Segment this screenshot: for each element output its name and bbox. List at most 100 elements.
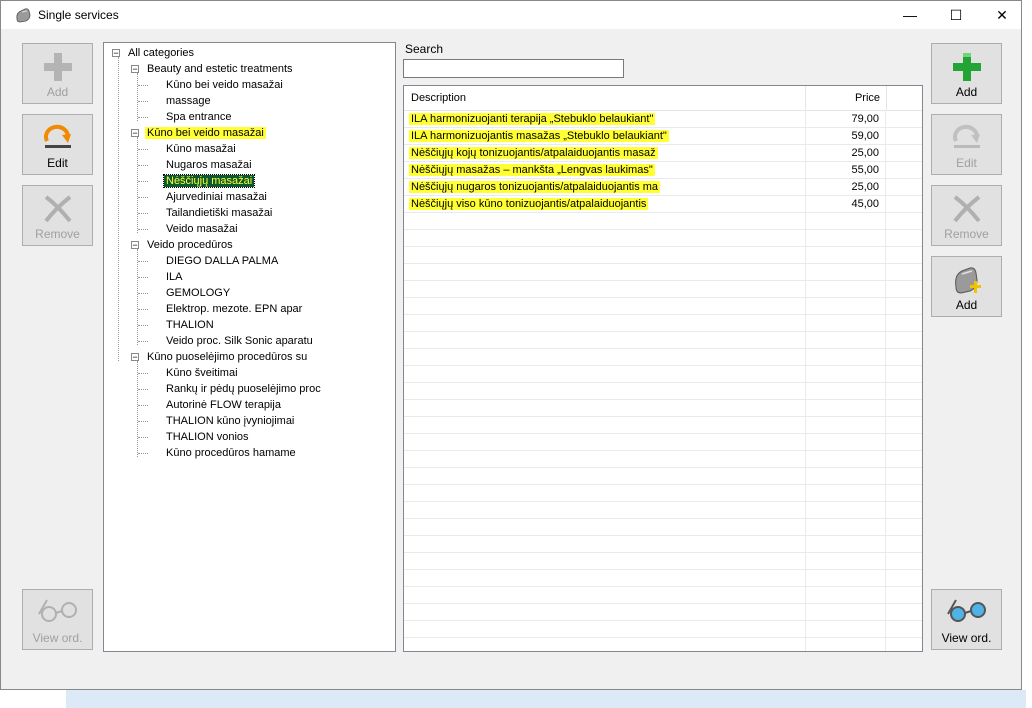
right-add-item-button[interactable]: Add (931, 256, 1002, 317)
empty-row[interactable] (404, 281, 922, 298)
left-remove-button[interactable]: Remove (22, 185, 93, 246)
table-row[interactable]: Nėščiųjų masažas – mankšta „Lengvas lauk… (404, 162, 922, 179)
tree-node-child[interactable]: Kūno bei veido masažai (138, 77, 285, 93)
empty-row[interactable] (404, 400, 922, 417)
empty-row[interactable] (404, 213, 922, 230)
tree-node-group[interactable]: − Veido procedūros (131, 237, 235, 253)
row-description: Nėščiųjų nugaros tonizuojantis/atpalaidu… (409, 181, 661, 193)
collapse-toggle[interactable]: − (112, 49, 120, 58)
tree-node-label: THALION kūno įvyniojimai (166, 415, 295, 427)
empty-row[interactable] (404, 230, 922, 247)
empty-row[interactable] (404, 264, 922, 281)
tree-node-child[interactable]: ILA (138, 269, 185, 285)
empty-row[interactable] (404, 604, 922, 621)
row-description-text: ILA harmonizuojanti terapija „Stebuklo b… (409, 113, 656, 125)
table-row[interactable]: ILA harmonizuojanti terapija „Stebuklo b… (404, 111, 922, 128)
empty-row[interactable] (404, 468, 922, 485)
search-input[interactable] (403, 59, 624, 78)
search-label: Search (405, 42, 444, 56)
close-button[interactable]: ✕ (979, 1, 1025, 29)
minimize-button[interactable]: — (887, 1, 933, 29)
table-row[interactable]: Nėščiųjų kojų tonizuojantis/atpalaiduoja… (404, 145, 922, 162)
empty-row[interactable] (404, 519, 922, 536)
empty-row[interactable] (404, 553, 922, 570)
tree-node-child[interactable]: DIEGO DALLA PALMA (138, 253, 280, 269)
tree-node-child[interactable]: THALION kūno įvyniojimai (138, 413, 296, 429)
tree-node-selected[interactable]: Nėščiųjų masažai (138, 173, 256, 189)
tree-node-child[interactable]: Ajurvediniai masažai (138, 189, 269, 205)
refresh-arrow-icon (43, 124, 71, 148)
title-bar[interactable]: Single services — ☐ ✕ (1, 1, 1021, 29)
tree-node-label: Kūno bei veido masažai (166, 79, 283, 91)
empty-row[interactable] (404, 247, 922, 264)
collapse-toggle[interactable]: − (131, 241, 139, 250)
empty-row[interactable] (404, 315, 922, 332)
tree-node-child[interactable]: THALION vonios (138, 429, 251, 445)
tree-node-child[interactable]: Elektrop. mezote. EPN apar (138, 301, 304, 317)
tree-node-child[interactable]: Nugaros masažai (138, 157, 254, 173)
empty-row[interactable] (404, 366, 922, 383)
empty-row[interactable] (404, 417, 922, 434)
empty-row[interactable] (404, 485, 922, 502)
tree-node-child[interactable]: Kūno masažai (138, 141, 238, 157)
empty-row[interactable] (404, 587, 922, 604)
tree-node-child[interactable]: Veido masažai (138, 221, 240, 237)
empty-row[interactable] (404, 451, 922, 468)
row-description-text: Nėščiųjų masažas – mankšta „Lengvas lauk… (409, 164, 655, 176)
tree-node-child[interactable]: Kūno procedūros hamame (138, 445, 298, 461)
tree-node-child[interactable]: massage (138, 93, 213, 109)
left-view-ord-button[interactable]: View ord. (22, 589, 93, 650)
desktop-background-strip (66, 690, 1026, 708)
right-edit-button[interactable]: Edit (931, 114, 1002, 175)
column-header-price-label: Price (854, 92, 880, 104)
tree-node-label: Spa entrance (166, 111, 232, 123)
glasses-icon (946, 599, 986, 622)
left-add-label: Add (46, 85, 69, 99)
tree-node-child[interactable]: Kūno šveitimai (138, 365, 240, 381)
tree-node-child[interactable]: Spa entrance (138, 109, 233, 125)
category-tree[interactable]: − All categories − Beauty and estetic tr… (103, 42, 396, 652)
right-remove-button[interactable]: Remove (931, 185, 1002, 246)
empty-row[interactable] (404, 621, 922, 638)
right-view-ord-button[interactable]: View ord. (931, 589, 1002, 650)
row-description-text: Nėščiųjų viso kūno tonizuojantis/atpalai… (409, 198, 649, 210)
tree-node-group[interactable]: − Kūno bei veido masažai (131, 125, 266, 141)
services-grid[interactable]: Description Price ILA harmonizuojanti te… (403, 85, 923, 652)
tree-node-root[interactable]: − All categories (112, 45, 196, 61)
collapse-toggle[interactable]: − (131, 129, 139, 138)
right-edit-label: Edit (956, 156, 977, 170)
tree-node-label: ILA (166, 271, 183, 283)
left-add-button[interactable]: Add (22, 43, 93, 104)
tree-node-label: Veido masažai (166, 223, 238, 235)
empty-row[interactable] (404, 332, 922, 349)
empty-row[interactable] (404, 434, 922, 451)
empty-row[interactable] (404, 570, 922, 587)
collapse-toggle[interactable]: − (131, 65, 139, 74)
empty-row[interactable] (404, 502, 922, 519)
maximize-button[interactable]: ☐ (933, 1, 979, 29)
right-add-button[interactable]: Add (931, 43, 1002, 104)
empty-row[interactable] (404, 383, 922, 400)
tree-node-child[interactable]: Autorinė FLOW terapija (138, 397, 283, 413)
table-row[interactable]: ILA harmonizuojantis masažas „Stebuklo b… (404, 128, 922, 145)
tree-node-group[interactable]: − Beauty and estetic treatments (131, 61, 295, 77)
plus-icon (952, 53, 981, 81)
table-row[interactable]: Nėščiųjų viso kūno tonizuojantis/atpalai… (404, 196, 922, 213)
row-price: 45,00 (851, 198, 879, 210)
column-header-description[interactable]: Description (411, 92, 466, 104)
collapse-toggle[interactable]: − (131, 353, 139, 362)
column-header-price[interactable]: Price (805, 86, 887, 110)
tree-node-group[interactable]: − Kūno puoselėjimo procedūros su (131, 349, 309, 365)
tree-node-child[interactable]: GEMOLOGY (138, 285, 232, 301)
tree-node-label: Autorinė FLOW terapija (166, 399, 281, 411)
tree-node-child[interactable]: Rankų ir pėdų puoselėjimo proc (138, 381, 323, 397)
empty-row[interactable] (404, 536, 922, 553)
tree-node-child[interactable]: Tailandietiški masažai (138, 205, 274, 221)
left-edit-button[interactable]: Edit (22, 114, 93, 175)
tree-node-child[interactable]: Veido proc. Silk Sonic aparatu (138, 333, 315, 349)
empty-row[interactable] (404, 349, 922, 366)
tree-node-label: Kūno šveitimai (166, 367, 238, 379)
empty-row[interactable] (404, 298, 922, 315)
tree-node-child[interactable]: THALION (138, 317, 216, 333)
table-row[interactable]: Nėščiųjų nugaros tonizuojantis/atpalaidu… (404, 179, 922, 196)
